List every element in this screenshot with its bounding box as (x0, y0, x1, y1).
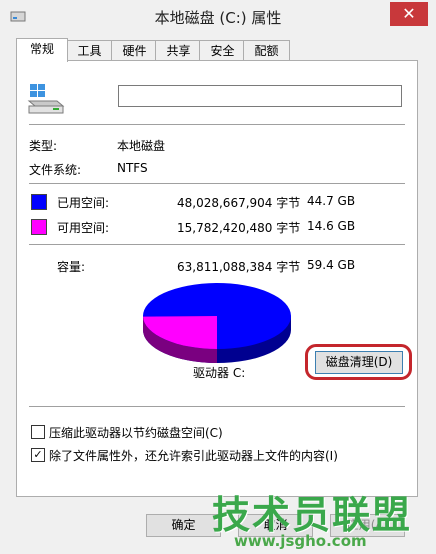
free-space-gb: 14.6 GB (307, 219, 356, 233)
drive-icon (27, 84, 65, 114)
tab-security[interactable]: 安全 (199, 40, 246, 61)
separator (29, 244, 405, 245)
compress-checkbox[interactable] (31, 425, 45, 439)
site-watermark: 技术员联盟 www.jsgho.com (204, 484, 436, 554)
separator (29, 124, 405, 125)
disk-cleanup-button[interactable]: 磁盘清理(D) (315, 351, 403, 374)
capacity-bytes: 63,811,088,384 字节 (177, 260, 301, 274)
capacity-label: 容量: (57, 260, 86, 274)
capacity-gb: 59.4 GB (307, 258, 356, 272)
type-value: 本地磁盘 (117, 139, 166, 153)
title-bar[interactable]: 本地磁盘 (C:) 属性 ✕ (0, 0, 436, 34)
close-button[interactable]: ✕ (390, 2, 428, 26)
filesystem-label: 文件系统: (29, 163, 82, 177)
cleanup-highlight: 磁盘清理(D) (305, 344, 412, 380)
tab-hardware[interactable]: 硬件 (111, 40, 158, 61)
tab-general[interactable]: 常规 (16, 38, 68, 62)
watermark-url: www.jsgho.com (234, 532, 367, 550)
compress-label[interactable]: 压缩此驱动器以节约磁盘空间(C) (49, 424, 223, 441)
free-space-bytes: 15,782,420,480 字节 (177, 221, 301, 235)
drive-letter-label: 驱动器 C: (193, 366, 246, 380)
used-space-label: 已用空间: (57, 196, 110, 210)
separator (29, 183, 405, 184)
index-label[interactable]: 除了文件属性外，还允许索引此驱动器上文件的内容(I) (49, 447, 338, 464)
used-space-swatch (31, 194, 47, 210)
separator (29, 406, 405, 407)
tab-tools[interactable]: 工具 (65, 40, 114, 61)
drive-name-input[interactable] (118, 85, 402, 107)
used-space-bytes: 48,028,667,904 字节 (177, 196, 301, 210)
tab-quota[interactable]: 配额 (243, 40, 290, 61)
window-title: 本地磁盘 (C:) 属性 (154, 9, 282, 27)
index-checkbox[interactable]: ✓ (31, 448, 45, 462)
filesystem-value: NTFS (117, 161, 148, 175)
general-tab-panel: 类型: 本地磁盘 文件系统: NTFS 已用空间: 48,028,667,904… (16, 60, 418, 497)
type-label: 类型: (29, 139, 58, 153)
disk-usage-pie-chart (143, 283, 291, 363)
watermark-title: 技术员联盟 (212, 493, 413, 537)
free-space-label: 可用空间: (57, 221, 110, 235)
free-space-swatch (31, 219, 47, 235)
used-space-gb: 44.7 GB (307, 194, 356, 208)
tab-sharing[interactable]: 共享 (155, 40, 202, 61)
